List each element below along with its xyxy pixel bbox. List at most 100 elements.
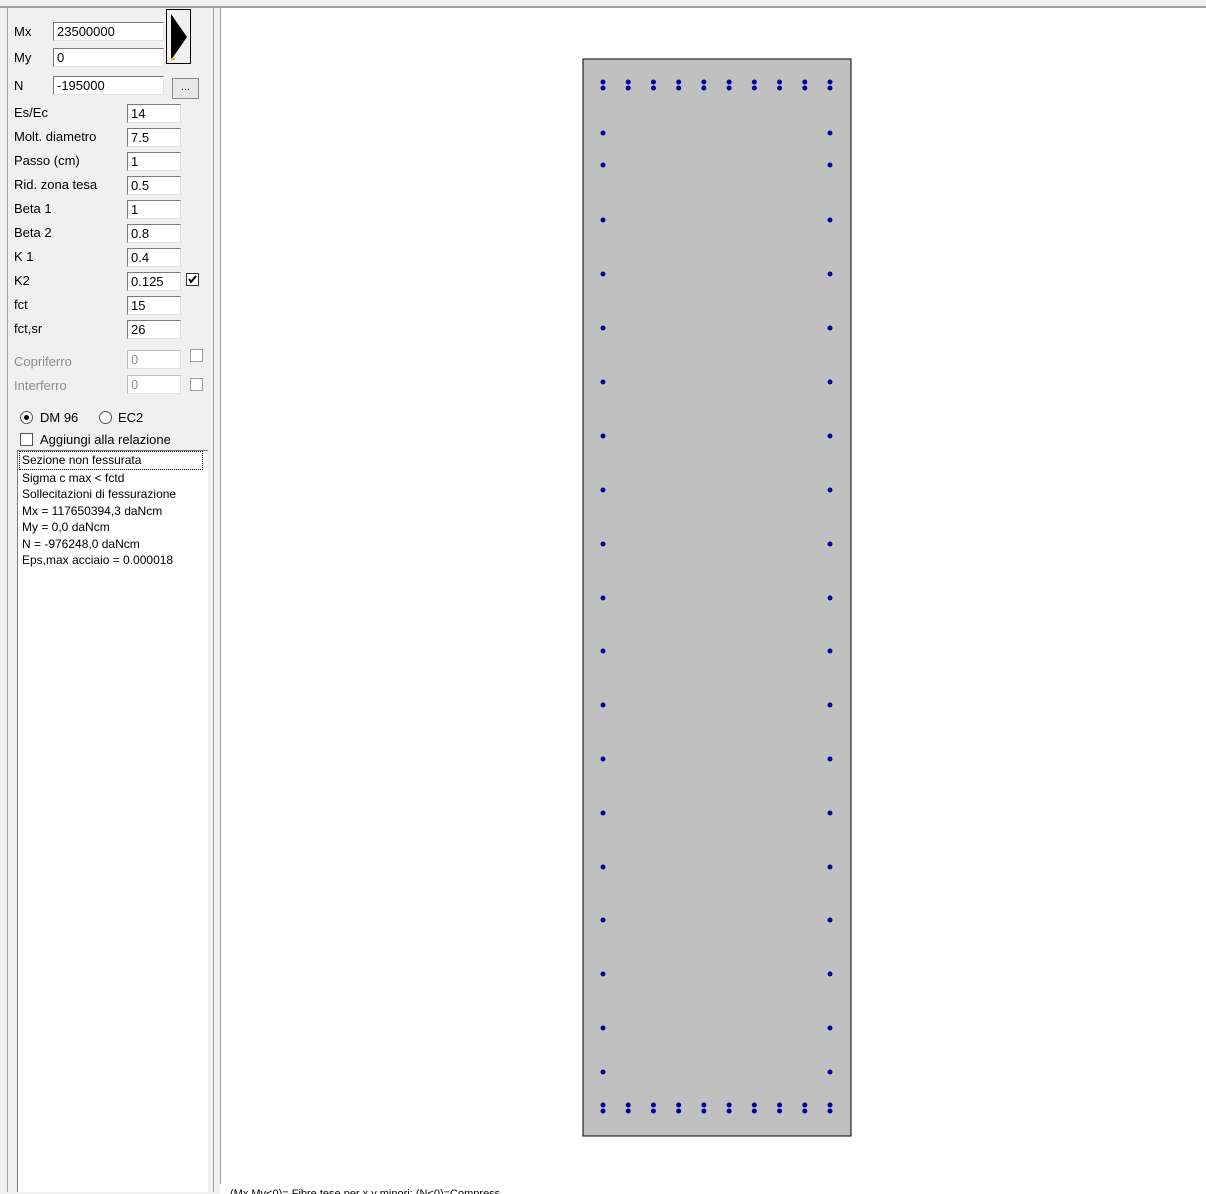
param-label: Es/Ec: [14, 105, 48, 120]
result-line[interactable]: Sigma c max < fctd: [22, 470, 208, 487]
dm96-radio[interactable]: [20, 411, 33, 424]
rebar: [676, 1108, 682, 1114]
result-line[interactable]: Eps,max acciaio = 0.000018: [22, 552, 208, 569]
more-options-button[interactable]: ...: [172, 78, 199, 99]
param-label: K 1: [14, 249, 34, 264]
rebar: [600, 702, 606, 708]
param-input[interactable]: 15: [127, 296, 181, 315]
section-drawing-area[interactable]: [220, 8, 1206, 1184]
mx-input[interactable]: 23500000: [53, 22, 164, 41]
rebar: [827, 595, 833, 601]
result-line[interactable]: My = 0,0 daNcm: [22, 519, 208, 536]
param-label: Passo (cm): [14, 153, 80, 168]
status-bar: (Mx,My<0)= Fibre tese per x,y minori; (N…: [220, 1184, 1206, 1194]
results-list[interactable]: Sezione non fessurata Sigma c max < fctd…: [17, 450, 208, 1192]
rebar: [600, 433, 606, 439]
result-line[interactable]: Sollecitazioni di fessurazione: [22, 486, 208, 503]
calculate-arrow-button[interactable]: [166, 9, 191, 64]
concrete-section: [582, 58, 852, 1137]
rebar: [600, 271, 606, 277]
interferro-label: Interferro: [14, 378, 67, 393]
result-line[interactable]: Mx = 117650394,3 daNcm: [22, 503, 208, 520]
aggiungi-checkbox[interactable]: [20, 433, 33, 446]
my-input[interactable]: 0: [53, 48, 164, 67]
rebar: [600, 130, 606, 136]
rebar: [600, 917, 606, 923]
rebar: [777, 79, 783, 85]
ec2-radio[interactable]: [99, 411, 112, 424]
ec2-label: EC2: [118, 410, 144, 425]
n-label: N: [14, 78, 24, 93]
rebar: [827, 433, 833, 439]
param-input[interactable]: 1: [127, 200, 181, 219]
param-input[interactable]: 26: [127, 320, 181, 339]
rebar: [827, 1102, 833, 1108]
rebar: [600, 864, 606, 870]
k2-checkbox[interactable]: [186, 273, 199, 286]
result-line[interactable]: Sezione non fessurata: [19, 451, 203, 470]
aggiungi-label: Aggiungi alla relazione: [40, 432, 171, 447]
rebar: [600, 810, 606, 816]
rebar: [676, 1102, 682, 1108]
rebar: [827, 1069, 833, 1075]
param-label: Beta 2: [14, 225, 52, 240]
rebar: [726, 79, 732, 85]
rebar: [777, 1108, 783, 1114]
dm96-label: DM 96: [40, 410, 79, 425]
param-input[interactable]: 1: [127, 152, 181, 171]
rebar: [751, 1102, 757, 1108]
rebar: [600, 595, 606, 601]
rebar: [600, 162, 606, 168]
n-input[interactable]: -195000: [53, 76, 164, 95]
param-input[interactable]: 7.5: [127, 128, 181, 147]
param-input[interactable]: 0.8: [127, 224, 181, 243]
rebar: [827, 379, 833, 385]
window-top-border: [0, 0, 1206, 8]
rebar: [650, 1102, 656, 1108]
rebar: [625, 79, 631, 85]
rebar: [650, 1108, 656, 1114]
rebar: [600, 648, 606, 654]
copriferro-checkbox[interactable]: [190, 349, 203, 362]
rebar: [751, 79, 757, 85]
rebar: [600, 487, 606, 493]
rebar: [701, 85, 707, 91]
rebar: [777, 85, 783, 91]
rebar: [726, 1102, 732, 1108]
rebar: [701, 1102, 707, 1108]
rebar: [827, 648, 833, 654]
rebar: [751, 1108, 757, 1114]
param-input[interactable]: 0.5: [127, 176, 181, 195]
rebar: [802, 1102, 808, 1108]
rebar: [827, 271, 833, 277]
rebar: [600, 325, 606, 331]
rebar: [701, 79, 707, 85]
rebar: [827, 1025, 833, 1031]
rebar: [600, 85, 606, 91]
my-label: My: [14, 50, 32, 65]
param-input[interactable]: 0.125: [127, 272, 181, 291]
section-canvas: [582, 58, 852, 1137]
rebar: [600, 541, 606, 547]
rebar: [625, 85, 631, 91]
result-line[interactable]: N = -976248,0 daNcm: [22, 536, 208, 553]
rebar: [751, 85, 757, 91]
rebar: [676, 79, 682, 85]
checkmark-icon: [188, 275, 197, 284]
param-input[interactable]: 14: [127, 104, 181, 123]
rebar: [600, 217, 606, 223]
rebar: [827, 79, 833, 85]
interferro-input[interactable]: 0: [127, 375, 181, 394]
rebar: [701, 1108, 707, 1114]
param-label: Rid. zona tesa: [14, 177, 98, 192]
param-label: fct: [14, 297, 28, 312]
rebar: [600, 971, 606, 977]
param-input[interactable]: 0.4: [127, 248, 181, 267]
rebar: [802, 79, 808, 85]
copriferro-input[interactable]: 0: [127, 350, 181, 369]
interferro-checkbox[interactable]: [190, 378, 203, 391]
rebar: [600, 1102, 606, 1108]
rebar: [726, 85, 732, 91]
param-label: fct,sr: [14, 321, 43, 336]
rebar: [600, 1069, 606, 1075]
